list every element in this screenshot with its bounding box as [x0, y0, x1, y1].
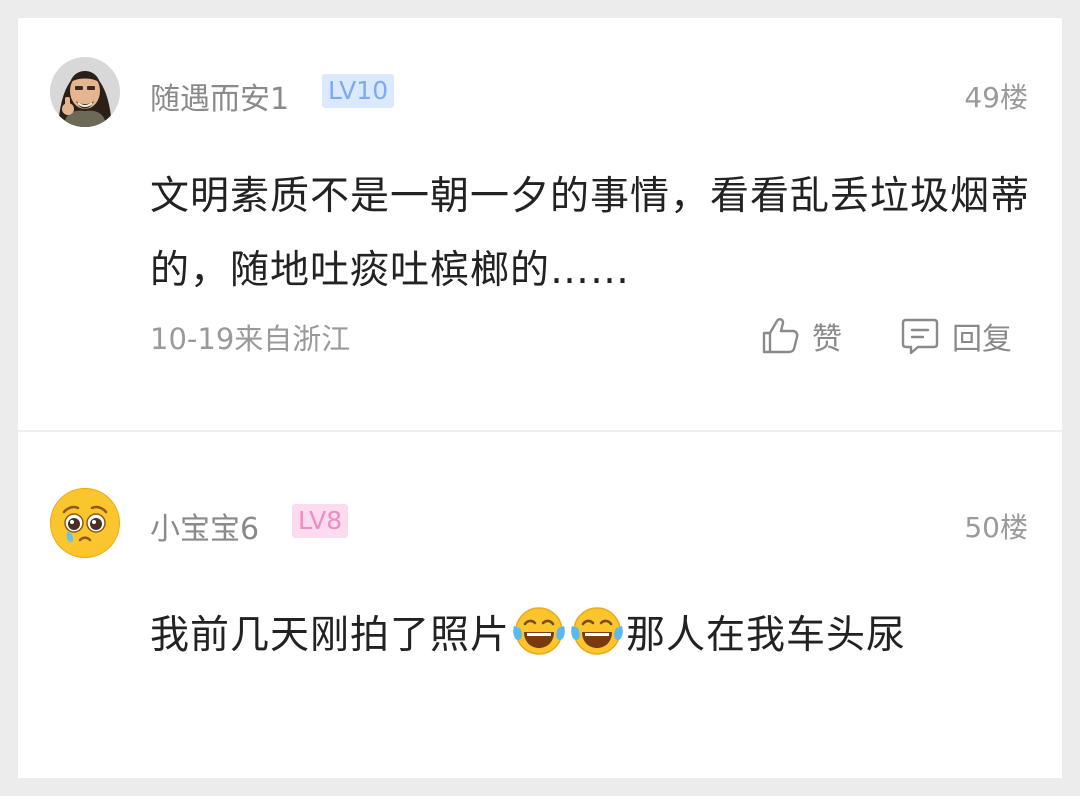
comment-text-part: 那人在我车头尿 — [626, 613, 907, 658]
level-badge: LV8 — [292, 504, 349, 538]
level-badge: LV10 — [322, 74, 395, 108]
username[interactable]: 随遇而安1 — [150, 74, 289, 118]
comment-text: 文明素质不是一朝一夕的事情，看看乱丢垃圾烟蒂的，随地吐痰吐槟榔的…… — [150, 174, 1031, 293]
tears-of-joy-emoji-icon — [513, 607, 565, 655]
comment-item: 小宝宝6 LV8 50楼 我前几天刚拍了照片 那人在我车头尿 — [18, 432, 1062, 778]
comment-text-part: 我前几天刚拍了照片 — [150, 613, 511, 658]
comment-time-location: 10-19来自浙江 — [150, 322, 351, 356]
floor-number: 50楼 — [964, 511, 1028, 544]
reply-button[interactable]: 回复 — [900, 316, 1012, 357]
reply-label: 回复 — [952, 322, 1012, 357]
pleading-face-icon — [50, 488, 120, 558]
like-label: 赞 — [812, 322, 842, 357]
tears-of-joy-emoji-icon — [571, 607, 623, 655]
thumbs-up-icon — [762, 318, 799, 354]
username[interactable]: 小宝宝6 — [150, 504, 259, 548]
comment-item: 随遇而安1 LV10 49楼 文明素质不是一朝一夕的事情，看看乱丢垃圾烟蒂的，随… — [18, 18, 1062, 430]
comment-bubble-icon — [901, 318, 939, 355]
avatar-image — [50, 57, 120, 127]
comment-list: 随遇而安1 LV10 49楼 文明素质不是一朝一夕的事情，看看乱丢垃圾烟蒂的，随… — [18, 18, 1062, 778]
user-avatar[interactable] — [50, 488, 120, 558]
floor-number: 49楼 — [964, 81, 1028, 114]
comment-text: 我前几天刚拍了照片 那人在我车头尿 — [150, 590, 1030, 682]
like-button[interactable]: 赞 — [760, 316, 842, 357]
user-avatar[interactable] — [50, 57, 120, 127]
